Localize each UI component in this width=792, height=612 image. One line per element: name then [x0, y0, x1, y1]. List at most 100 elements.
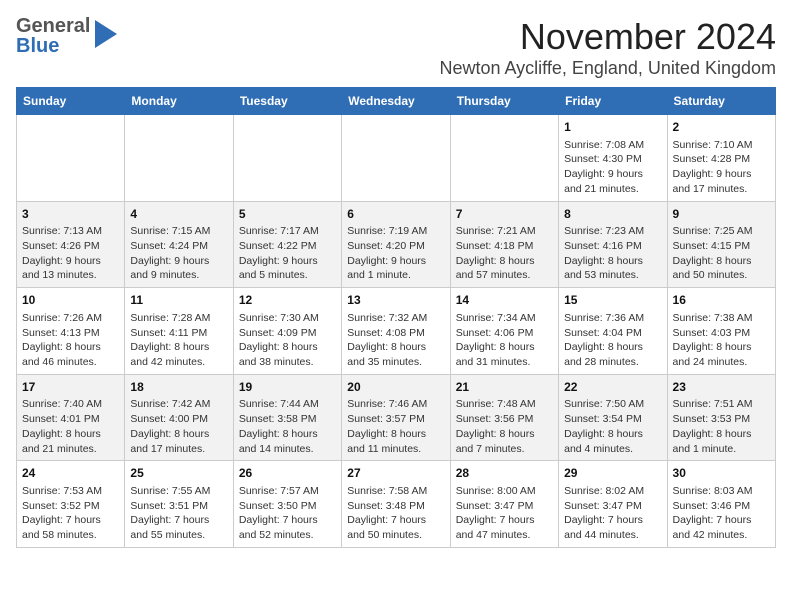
day-info: Sunrise: 7:30 AMSunset: 4:09 PMDaylight:… [239, 311, 336, 370]
calendar-cell: 13Sunrise: 7:32 AMSunset: 4:08 PMDayligh… [342, 288, 450, 375]
day-number: 23 [673, 379, 770, 396]
weekday-header-saturday: Saturday [667, 88, 775, 115]
day-number: 29 [564, 465, 661, 482]
calendar-cell: 6Sunrise: 7:19 AMSunset: 4:20 PMDaylight… [342, 201, 450, 288]
day-info: Sunrise: 7:08 AMSunset: 4:30 PMDaylight:… [564, 138, 661, 197]
weekday-header-row: SundayMondayTuesdayWednesdayThursdayFrid… [17, 88, 776, 115]
day-number: 10 [22, 292, 119, 309]
day-number: 18 [130, 379, 227, 396]
logo-general: General [16, 16, 90, 36]
day-info: Sunrise: 7:36 AMSunset: 4:04 PMDaylight:… [564, 311, 661, 370]
day-info: Sunrise: 7:28 AMSunset: 4:11 PMDaylight:… [130, 311, 227, 370]
calendar-week-4: 17Sunrise: 7:40 AMSunset: 4:01 PMDayligh… [17, 374, 776, 461]
day-info: Sunrise: 7:53 AMSunset: 3:52 PMDaylight:… [22, 484, 119, 543]
calendar-week-1: 1 Sunrise: 7:08 AMSunset: 4:30 PMDaylight… [17, 115, 776, 202]
day-number: 20 [347, 379, 444, 396]
day-info: Sunrise: 7:51 AMSunset: 3:53 PMDaylight:… [673, 397, 770, 456]
logo-triangle-icon [95, 20, 117, 53]
day-number: 25 [130, 465, 227, 482]
weekday-header-sunday: Sunday [17, 88, 125, 115]
day-number: 17 [22, 379, 119, 396]
calendar-table: SundayMondayTuesdayWednesdayThursdayFrid… [16, 87, 776, 548]
calendar-cell: 26 Sunrise: 7:57 AMSunset: 3:50 PMDayligh… [233, 461, 341, 548]
calendar-cell: 15 Sunrise: 7:36 AMSunset: 4:04 PMDayligh… [559, 288, 667, 375]
day-info: Sunrise: 7:17 AMSunset: 4:22 PMDaylight:… [239, 224, 336, 283]
calendar-cell: 23Sunrise: 7:51 AMSunset: 3:53 PMDayligh… [667, 374, 775, 461]
day-number: 30 [673, 465, 770, 482]
location-title: Newton Aycliffe, England, United Kingdom [439, 58, 776, 79]
calendar-week-2: 3Sunrise: 7:13 AMSunset: 4:26 PMDaylight… [17, 201, 776, 288]
day-number: 16 [673, 292, 770, 309]
day-info: Sunrise: 7:44 AMSunset: 3:58 PMDaylight:… [239, 397, 336, 456]
calendar-cell: 24Sunrise: 7:53 AMSunset: 3:52 PMDayligh… [17, 461, 125, 548]
title-section: November 2024 Newton Aycliffe, England, … [439, 16, 776, 79]
logo-text: General Blue [16, 16, 90, 56]
logo: General Blue [16, 16, 117, 56]
calendar-cell: 10 Sunrise: 7:26 AMSunset: 4:13 PMDayligh… [17, 288, 125, 375]
calendar-cell [342, 115, 450, 202]
day-number: 7 [456, 206, 553, 223]
calendar-cell [450, 115, 558, 202]
day-number: 11 [130, 292, 227, 309]
calendar-cell: 7Sunrise: 7:21 AMSunset: 4:18 PMDaylight… [450, 201, 558, 288]
calendar-cell: 14Sunrise: 7:34 AMSunset: 4:06 PMDayligh… [450, 288, 558, 375]
day-info: Sunrise: 7:23 AMSunset: 4:16 PMDaylight:… [564, 224, 661, 283]
day-number: 4 [130, 206, 227, 223]
day-number: 26 [239, 465, 336, 482]
day-number: 12 [239, 292, 336, 309]
weekday-header-wednesday: Wednesday [342, 88, 450, 115]
calendar-cell: 20Sunrise: 7:46 AMSunset: 3:57 PMDayligh… [342, 374, 450, 461]
calendar-cell: 9Sunrise: 7:25 AMSunset: 4:15 PMDaylight… [667, 201, 775, 288]
day-info: Sunrise: 7:19 AMSunset: 4:20 PMDaylight:… [347, 224, 444, 283]
day-number: 3 [22, 206, 119, 223]
calendar-cell: 18Sunrise: 7:42 AMSunset: 4:00 PMDayligh… [125, 374, 233, 461]
day-info: Sunrise: 7:57 AMSunset: 3:50 PMDaylight:… [239, 484, 336, 543]
calendar-cell: 22Sunrise: 7:50 AMSunset: 3:54 PMDayligh… [559, 374, 667, 461]
day-number: 2 [673, 119, 770, 136]
day-number: 21 [456, 379, 553, 396]
calendar-cell: 11 Sunrise: 7:28 AMSunset: 4:11 PMDayligh… [125, 288, 233, 375]
day-info: Sunrise: 7:15 AMSunset: 4:24 PMDaylight:… [130, 224, 227, 283]
day-number: 1 [564, 119, 661, 136]
calendar-cell: 5Sunrise: 7:17 AMSunset: 4:22 PMDaylight… [233, 201, 341, 288]
day-info: Sunrise: 8:00 AMSunset: 3:47 PMDaylight:… [456, 484, 553, 543]
day-number: 5 [239, 206, 336, 223]
day-info: Sunrise: 8:03 AMSunset: 3:46 PMDaylight:… [673, 484, 770, 543]
calendar-cell [17, 115, 125, 202]
page-header: General Blue November 2024 Newton Ayclif… [16, 16, 776, 79]
day-info: Sunrise: 7:10 AMSunset: 4:28 PMDaylight:… [673, 138, 770, 197]
day-number: 6 [347, 206, 444, 223]
calendar-cell [233, 115, 341, 202]
day-number: 27 [347, 465, 444, 482]
day-info: Sunrise: 8:02 AMSunset: 3:47 PMDaylight:… [564, 484, 661, 543]
weekday-header-friday: Friday [559, 88, 667, 115]
day-number: 8 [564, 206, 661, 223]
day-info: Sunrise: 7:50 AMSunset: 3:54 PMDaylight:… [564, 397, 661, 456]
day-info: Sunrise: 7:13 AMSunset: 4:26 PMDaylight:… [22, 224, 119, 283]
calendar-cell: 2 Sunrise: 7:10 AMSunset: 4:28 PMDaylight… [667, 115, 775, 202]
logo-blue: Blue [16, 36, 90, 56]
calendar-cell: 4Sunrise: 7:15 AMSunset: 4:24 PMDaylight… [125, 201, 233, 288]
calendar-cell: 8Sunrise: 7:23 AMSunset: 4:16 PMDaylight… [559, 201, 667, 288]
day-number: 14 [456, 292, 553, 309]
calendar-cell: 29 Sunrise: 8:02 AMSunset: 3:47 PMDayligh… [559, 461, 667, 548]
calendar-week-3: 10 Sunrise: 7:26 AMSunset: 4:13 PMDayligh… [17, 288, 776, 375]
day-info: Sunrise: 7:46 AMSunset: 3:57 PMDaylight:… [347, 397, 444, 456]
day-number: 19 [239, 379, 336, 396]
calendar-cell: 30 Sunrise: 8:03 AMSunset: 3:46 PMDayligh… [667, 461, 775, 548]
day-number: 15 [564, 292, 661, 309]
calendar-cell: 25Sunrise: 7:55 AMSunset: 3:51 PMDayligh… [125, 461, 233, 548]
weekday-header-tuesday: Tuesday [233, 88, 341, 115]
month-title: November 2024 [439, 16, 776, 58]
calendar-cell: 17Sunrise: 7:40 AMSunset: 4:01 PMDayligh… [17, 374, 125, 461]
calendar-cell: 28 Sunrise: 8:00 AMSunset: 3:47 PMDayligh… [450, 461, 558, 548]
day-info: Sunrise: 7:25 AMSunset: 4:15 PMDaylight:… [673, 224, 770, 283]
weekday-header-thursday: Thursday [450, 88, 558, 115]
calendar-cell: 12 Sunrise: 7:30 AMSunset: 4:09 PMDayligh… [233, 288, 341, 375]
day-info: Sunrise: 7:21 AMSunset: 4:18 PMDaylight:… [456, 224, 553, 283]
day-info: Sunrise: 7:42 AMSunset: 4:00 PMDaylight:… [130, 397, 227, 456]
day-info: Sunrise: 7:26 AMSunset: 4:13 PMDaylight:… [22, 311, 119, 370]
day-number: 28 [456, 465, 553, 482]
calendar-cell [125, 115, 233, 202]
day-number: 22 [564, 379, 661, 396]
